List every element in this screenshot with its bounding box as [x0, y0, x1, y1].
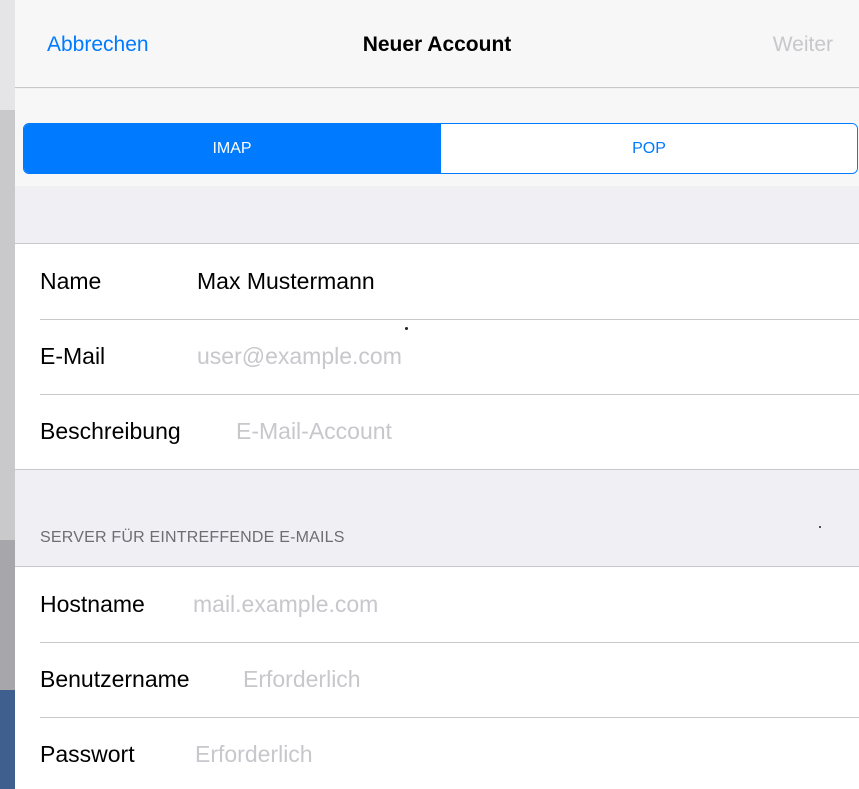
next-button[interactable]: Weiter [773, 33, 833, 57]
section-gap [15, 186, 859, 243]
description-field[interactable] [236, 411, 796, 452]
screen: Abbrechen Neuer Account Weiter IMAP POP … [0, 0, 859, 789]
hostname-field[interactable] [193, 584, 753, 625]
name-row: Name [15, 244, 859, 319]
password-field[interactable] [195, 734, 755, 775]
segment-imap[interactable]: IMAP [24, 124, 440, 173]
description-label: Beschreibung [40, 418, 181, 444]
username-label: Benutzername [40, 666, 190, 692]
account-type-segmented-control: IMAP POP [23, 123, 858, 174]
new-account-sheet: Abbrechen Neuer Account Weiter IMAP POP … [15, 0, 859, 789]
username-row: Benutzername [15, 642, 859, 717]
name-label: Name [40, 268, 102, 294]
name-field[interactable] [197, 261, 757, 302]
segment-pop[interactable]: POP [440, 124, 857, 173]
email-label: E-Mail [40, 343, 106, 369]
email-row: E-Mail [15, 319, 859, 394]
navigation-bar: Abbrechen Neuer Account Weiter [15, 0, 859, 88]
background-window-edge [0, 0, 15, 789]
description-row: Beschreibung [15, 394, 859, 469]
account-info-group: Name E-Mail Beschreibung [15, 243, 859, 470]
incoming-server-section-header: SERVER FÜR EINTREFFENDE E-MAILS [40, 529, 345, 546]
hostname-label: Hostname [40, 591, 145, 617]
screen-speck [405, 327, 408, 330]
username-field[interactable] [243, 659, 803, 700]
email-field[interactable] [197, 336, 757, 377]
password-label: Passwort [40, 741, 135, 767]
password-row: Passwort [15, 717, 859, 789]
incoming-server-group: Hostname Benutzername Passwort [15, 566, 859, 789]
page-title: Neuer Account [362, 33, 512, 56]
hostname-row: Hostname [15, 567, 859, 642]
screen-speck [819, 526, 821, 528]
account-type-area: IMAP POP [15, 89, 859, 186]
